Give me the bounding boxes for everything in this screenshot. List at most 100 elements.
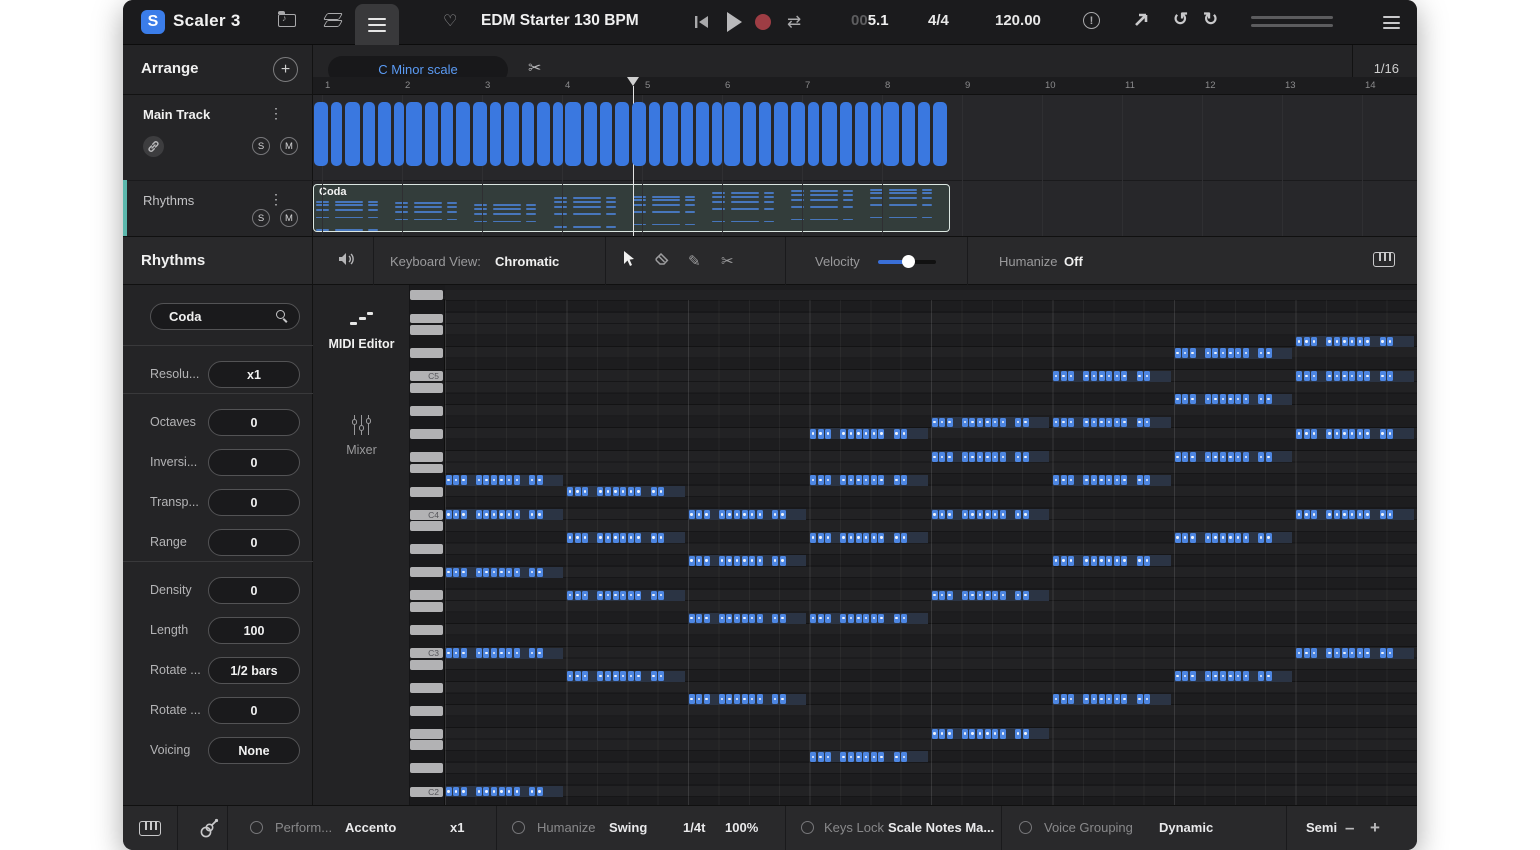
midi-note[interactable] [734,556,740,566]
midi-note[interactable] [582,671,588,681]
midi-note[interactable] [719,510,725,520]
midi-note[interactable] [742,614,748,624]
midi-note[interactable] [1083,694,1089,704]
midi-note[interactable] [529,475,535,485]
midi-note[interactable] [1364,429,1370,439]
midi-note[interactable] [1091,418,1097,428]
midi-note[interactable] [985,729,991,739]
midi-note[interactable] [1061,475,1067,485]
midi-note[interactable] [947,452,953,462]
param-value-pill[interactable]: 1/2 bars [208,657,300,684]
mute-button[interactable]: M [280,137,298,155]
midi-note[interactable] [985,510,991,520]
keyboard-toggle-icon[interactable] [1373,252,1395,267]
midi-note[interactable] [719,556,725,566]
keyboard-panel-icon[interactable] [139,821,161,836]
midi-note[interactable] [810,429,816,439]
midi-note[interactable] [1357,648,1363,658]
midi-note[interactable] [878,429,884,439]
midi-note[interactable] [628,533,634,543]
midi-note[interactable] [1387,510,1393,520]
midi-note[interactable] [1061,556,1067,566]
midi-note[interactable] [772,694,778,704]
midi-note[interactable] [1357,371,1363,381]
midi-note[interactable] [1083,371,1089,381]
midi-note[interactable] [1205,348,1211,358]
white-key[interactable] [410,487,443,497]
midi-note[interactable] [1311,337,1317,347]
midi-note[interactable] [1083,418,1089,428]
midi-note[interactable] [613,591,619,601]
midi-note[interactable] [726,694,732,704]
midi-note[interactable] [992,591,998,601]
midi-note[interactable] [704,694,710,704]
midi-note[interactable] [840,752,846,762]
midi-note[interactable] [506,475,512,485]
midi-note[interactable] [848,429,854,439]
midi-note[interactable] [1144,371,1150,381]
white-key[interactable] [410,544,443,554]
midi-note[interactable] [878,752,884,762]
midi-note[interactable] [1357,337,1363,347]
midi-note[interactable] [651,591,657,601]
chord-block[interactable] [565,102,581,166]
chord-block[interactable] [918,102,930,166]
midi-note[interactable] [932,418,938,428]
midi-note[interactable] [1000,729,1006,739]
midi-note[interactable] [1212,348,1218,358]
chord-block[interactable] [649,102,660,166]
param-value-pill[interactable]: 0 [208,409,300,436]
keyboard-view-value[interactable]: Chromatic [495,254,559,269]
chord-block[interactable] [712,102,722,166]
chord-block[interactable] [441,102,453,166]
midi-note[interactable] [597,487,603,497]
midi-note[interactable] [1258,452,1264,462]
midi-note[interactable] [1205,394,1211,404]
midi-note[interactable] [1364,510,1370,520]
midi-note[interactable] [506,568,512,578]
midi-note[interactable] [1342,337,1348,347]
info-icon[interactable]: ! [1083,12,1100,29]
white-key[interactable] [410,521,443,531]
midi-note[interactable] [894,429,900,439]
midi-note[interactable] [1228,671,1234,681]
midi-note[interactable] [620,591,626,601]
midi-note[interactable] [977,418,983,428]
midi-note[interactable] [506,648,512,658]
add-track-button[interactable]: + [273,57,298,82]
white-key[interactable] [410,590,443,600]
midi-note[interactable] [514,787,520,797]
midi-note[interactable] [1311,429,1317,439]
chord-block[interactable] [504,102,519,166]
midi-note[interactable] [651,533,657,543]
midi-note[interactable] [871,429,877,439]
midi-note[interactable] [863,614,869,624]
layers-icon[interactable] [325,12,343,30]
chord-block[interactable] [331,102,342,166]
midi-note[interactable] [689,556,695,566]
midi-note[interactable] [483,568,489,578]
midi-note[interactable] [1296,648,1302,658]
midi-note[interactable] [1243,671,1249,681]
voicegroup-value[interactable]: Dynamic [1159,820,1213,835]
midi-note[interactable] [1228,452,1234,462]
midi-note[interactable] [1190,671,1196,681]
chord-block[interactable] [584,102,597,166]
midi-note[interactable] [1015,729,1021,739]
midi-note[interactable] [499,648,505,658]
midi-note[interactable] [1144,556,1150,566]
midi-note[interactable] [1326,648,1332,658]
midi-note[interactable] [947,418,953,428]
white-key[interactable] [410,740,443,750]
midi-note[interactable] [1326,371,1332,381]
track-header-main[interactable]: Main Track ⋮ S M [123,95,313,180]
midi-note[interactable] [1121,418,1127,428]
midi-note[interactable] [840,614,846,624]
midi-note[interactable] [651,671,657,681]
chord-block[interactable] [314,102,328,166]
white-key[interactable] [410,383,443,393]
midi-note[interactable] [1053,418,1059,428]
white-key[interactable] [410,290,443,300]
midi-note[interactable] [1296,429,1302,439]
param-value-pill[interactable]: 0 [208,529,300,556]
